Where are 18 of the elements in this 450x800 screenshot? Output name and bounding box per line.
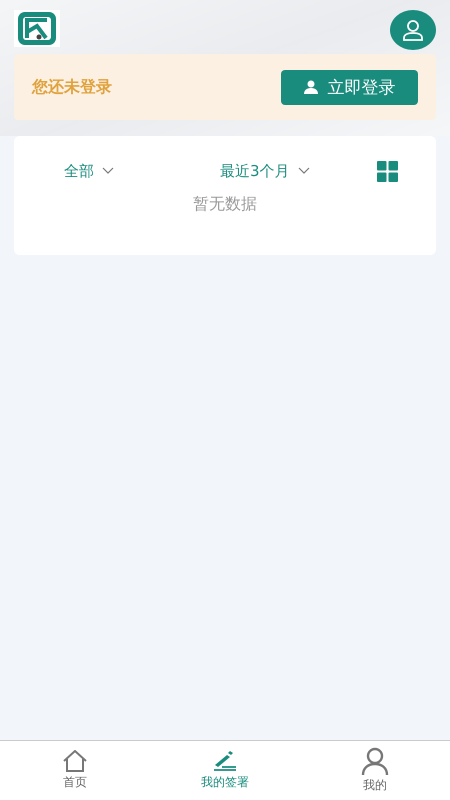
tab[interactable]: 我的: [300, 741, 450, 800]
not-logged-in-message: 您还未登录: [32, 76, 112, 98]
tab[interactable]: 首页: [0, 741, 150, 800]
grid-view-icon[interactable]: [377, 160, 398, 182]
person-icon: [360, 747, 390, 775]
tab[interactable]: 我的签署: [150, 741, 300, 800]
chevron-down-icon: [102, 167, 114, 175]
chevron-down-icon: [298, 167, 310, 175]
home-icon: [62, 750, 88, 772]
person-icon: [402, 19, 424, 41]
pen-icon: [212, 750, 238, 772]
person-icon: [304, 80, 318, 94]
filter-dropdown[interactable]: 最近3个月: [220, 162, 310, 180]
login-button[interactable]: 立即登录: [281, 70, 418, 104]
filter-dropdown[interactable]: 全部: [64, 162, 114, 180]
logo-icon: [14, 10, 60, 47]
profile-button[interactable]: [390, 10, 436, 50]
empty-message: 暂无数据: [192, 194, 258, 215]
